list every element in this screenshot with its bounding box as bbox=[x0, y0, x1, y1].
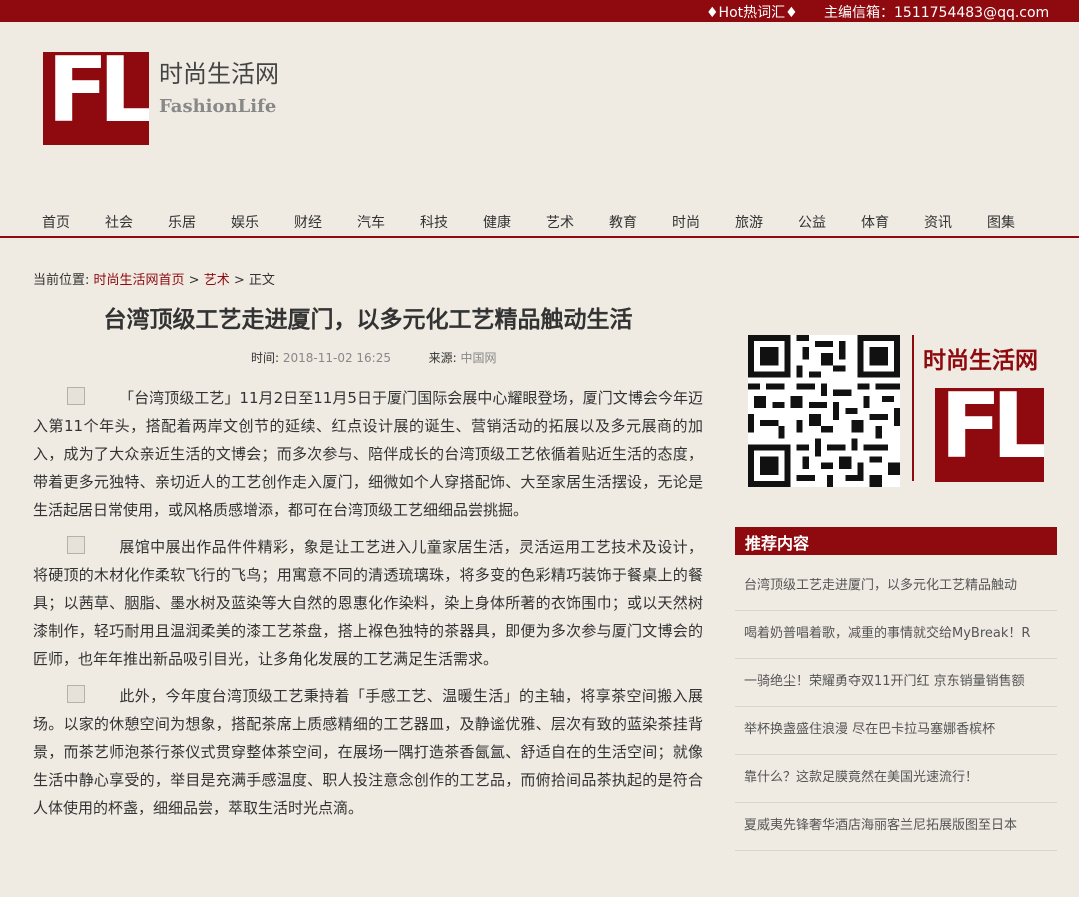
recommended-item[interactable]: 一骑绝尘！荣耀勇夺双11开门红 京东销量销售额 bbox=[735, 659, 1057, 707]
recommended-header: 推荐内容 bbox=[735, 527, 1057, 555]
nav-item-entertainment[interactable]: 娱乐 bbox=[231, 212, 259, 232]
hot-words-link[interactable]: ♦Hot热词汇♦ bbox=[706, 2, 798, 22]
paragraph-text: 展馆中展出作品件件精彩，象是让工艺进入儿童家居生活，灵活运用工艺技术及设计，将硬… bbox=[33, 538, 703, 668]
top-bar: ♦Hot热词汇♦ 主编信箱：1511754483@qq.com bbox=[0, 0, 1079, 22]
sidebar-logo-letters: FL bbox=[940, 388, 1044, 479]
article-paragraph: 「台湾顶级工艺」11月2日至11月5日于厦门国际会展中心耀眼登场，厦门文博会今年… bbox=[33, 384, 703, 524]
sidebar-site-name: 时尚生活网 bbox=[923, 348, 1038, 374]
recommended-item[interactable]: 喝着奶普唱着歌，减重的事情就交给MyBreak！R bbox=[735, 611, 1057, 659]
broken-image-icon bbox=[67, 387, 85, 405]
site-name-en: FashionLife bbox=[159, 96, 277, 117]
recommended-item[interactable]: 举杯换盏盛住浪漫 尽在巴卡拉马塞娜香槟杯 bbox=[735, 707, 1057, 755]
nav-item-finance[interactable]: 财经 bbox=[294, 212, 322, 232]
article-paragraph: 展馆中展出作品件件精彩，象是让工艺进入儿童家居生活，灵活运用工艺技术及设计，将硬… bbox=[33, 533, 703, 673]
breadcrumb-category-link[interactable]: 艺术 bbox=[204, 273, 230, 288]
nav-item-charity[interactable]: 公益 bbox=[798, 212, 826, 232]
nav-item-fashion[interactable]: 时尚 bbox=[672, 212, 700, 232]
site-logo[interactable]: FL bbox=[43, 52, 149, 145]
qr-code-icon bbox=[748, 335, 900, 487]
nav-item-education[interactable]: 教育 bbox=[609, 212, 637, 232]
nav-item-art[interactable]: 艺术 bbox=[546, 212, 574, 232]
publish-time: 2018-11-02 16:25 bbox=[282, 351, 391, 365]
logo-letters: FL bbox=[47, 52, 149, 143]
main-nav: 首页 社会 乐居 娱乐 财经 汽车 科技 健康 艺术 教育 时尚 旅游 公益 体… bbox=[0, 212, 1079, 236]
breadcrumb: 当前位置: 时尚生活网首页 > 艺术 > 正文 bbox=[33, 269, 275, 288]
nav-divider bbox=[0, 236, 1079, 238]
breadcrumb-prefix: 当前位置: bbox=[33, 273, 94, 288]
nav-item-travel[interactable]: 旅游 bbox=[735, 212, 763, 232]
sidebar-logo: FL bbox=[935, 388, 1044, 482]
article-body: 「台湾顶级工艺」11月2日至11月5日于厦门国际会展中心耀眼登场，厦门文博会今年… bbox=[33, 384, 703, 831]
nav-item-gallery[interactable]: 图集 bbox=[987, 212, 1015, 232]
nav-item-living[interactable]: 乐居 bbox=[168, 212, 196, 232]
paragraph-text: 此外，今年度台湾顶级工艺秉持着「手感工艺、温暖生活」的主轴，将享茶空间搬入展场。… bbox=[33, 687, 703, 817]
nav-item-society[interactable]: 社会 bbox=[105, 212, 133, 232]
nav-item-tech[interactable]: 科技 bbox=[420, 212, 448, 232]
site-name: 时尚生活网 bbox=[159, 60, 279, 88]
recommended-list: 台湾顶级工艺走进厦门，以多元化工艺精品触动 喝着奶普唱着歌，减重的事情就交给My… bbox=[735, 563, 1057, 851]
editor-email[interactable]: 主编信箱：1511754483@qq.com bbox=[824, 2, 1049, 22]
broken-image-icon bbox=[67, 685, 85, 703]
recommended-item[interactable]: 夏威夷先锋奢华酒店海丽客兰尼拓展版图至日本 bbox=[735, 803, 1057, 851]
breadcrumb-current: 正文 bbox=[248, 273, 275, 288]
broken-image-icon bbox=[67, 536, 85, 554]
article-title: 台湾顶级工艺走进厦门，以多元化工艺精品触动生活 bbox=[103, 307, 633, 333]
breadcrumb-separator: > bbox=[184, 273, 204, 288]
nav-item-news[interactable]: 资讯 bbox=[924, 212, 952, 232]
breadcrumb-separator: > bbox=[229, 273, 249, 288]
recommended-item[interactable]: 靠什么？这款足膜竟然在美国光速流行！ bbox=[735, 755, 1057, 803]
source-label: 来源: bbox=[428, 351, 461, 365]
article-source: 中国网 bbox=[460, 351, 497, 365]
nav-item-health[interactable]: 健康 bbox=[483, 212, 511, 232]
breadcrumb-home-link[interactable]: 时尚生活网首页 bbox=[94, 273, 185, 288]
nav-item-home[interactable]: 首页 bbox=[42, 212, 70, 232]
sidebar-divider bbox=[912, 335, 914, 481]
nav-item-sports[interactable]: 体育 bbox=[861, 212, 889, 232]
article-paragraph: 此外，今年度台湾顶级工艺秉持着「手感工艺、温暖生活」的主轴，将享茶空间搬入展场。… bbox=[33, 682, 703, 822]
time-label: 时间: bbox=[251, 351, 283, 365]
nav-item-auto[interactable]: 汽车 bbox=[357, 212, 385, 232]
article-meta: 时间: 2018-11-02 16:25 来源: 中国网 bbox=[251, 349, 497, 366]
recommended-item[interactable]: 台湾顶级工艺走进厦门，以多元化工艺精品触动 bbox=[735, 563, 1057, 611]
paragraph-text: 「台湾顶级工艺」11月2日至11月5日于厦门国际会展中心耀眼登场，厦门文博会今年… bbox=[33, 389, 703, 519]
recommended-title: 推荐内容 bbox=[745, 534, 810, 553]
